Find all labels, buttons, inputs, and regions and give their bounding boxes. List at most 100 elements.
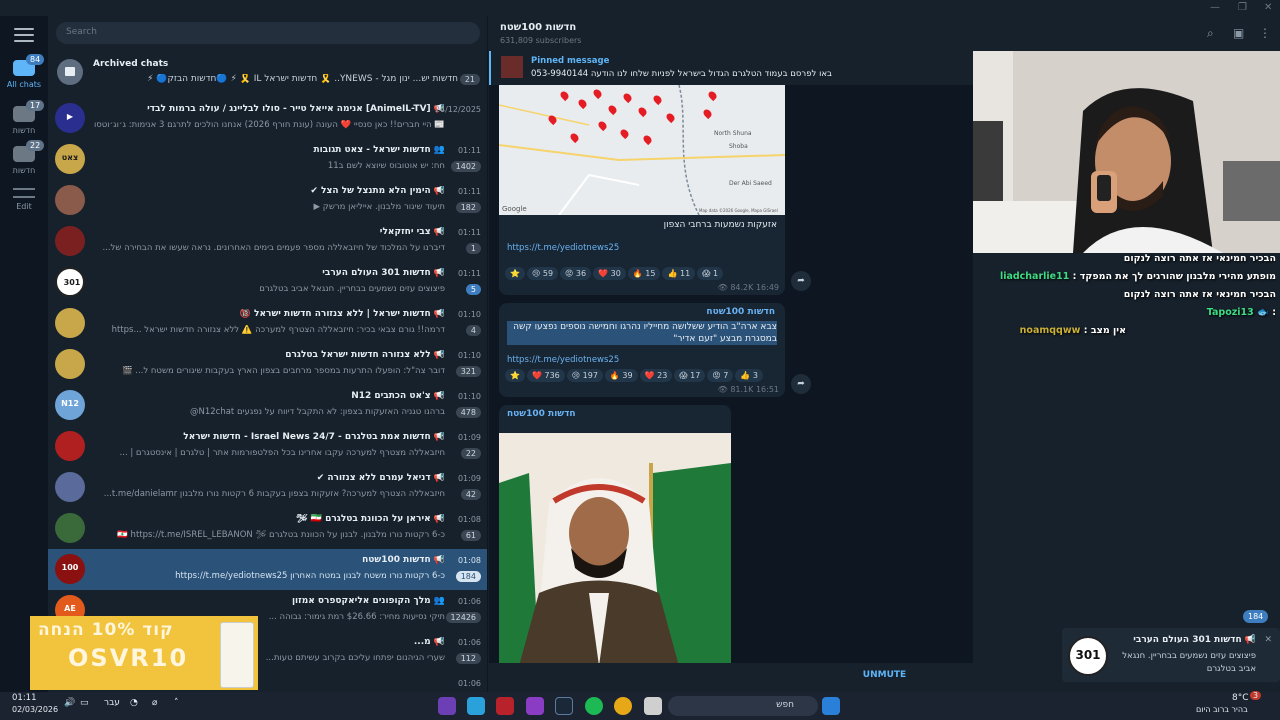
weather-desc[interactable]: בהיר ברוב היום	[1196, 705, 1248, 714]
avatar	[55, 349, 85, 379]
search-input[interactable]: Search	[56, 22, 480, 44]
stream-chat-line: הבכיר חמינאי אז אתה רוצה לנקום	[1123, 289, 1276, 300]
chrome-icon[interactable]	[614, 697, 632, 715]
channel-name[interactable]: חדשות 100שטח	[500, 22, 576, 33]
reaction-chip[interactable]: 😢 59	[526, 267, 559, 280]
chat-row[interactable]: 📢 חדשות אמת בטלגרם - Israel News 24/7 - …	[48, 426, 487, 467]
chat-row[interactable]: 📢 צבי יחזקאלי 01:11 דיברנו על המלכוד של …	[48, 221, 487, 262]
chat-title: 📢 חדשות 301 העולם הערבי	[322, 268, 445, 278]
edit-sliders-icon	[13, 188, 35, 198]
avatar: N12	[55, 390, 85, 420]
reaction-chip[interactable]: 👍 3	[735, 369, 763, 382]
message-time: 16:49	[755, 283, 779, 292]
folder-news-2[interactable]: 22 חדשות	[0, 140, 48, 188]
reaction-chip[interactable]: 🔥 15	[627, 267, 661, 280]
chat-title: 👥 חדשות ישראל - צאט תגובות	[313, 145, 445, 155]
forward-icon[interactable]: ➦	[791, 374, 811, 394]
maximize-icon[interactable]: ❐	[1238, 2, 1247, 13]
reaction-chip[interactable]: 🔥 39	[604, 369, 638, 382]
unread-badge: 1402	[450, 161, 481, 172]
reaction-chip[interactable]: 😡 7	[707, 369, 734, 382]
volume-icon[interactable]: 🔊	[64, 698, 75, 708]
taskbar-search[interactable]: חפש	[668, 696, 818, 716]
chat-row[interactable]: 📢 ללא צנזורה חדשות ישראל בטלגרם 01:10 דו…	[48, 344, 487, 385]
chat-row[interactable]: ▶ 📢 [AnimeIL-TV] אנימה אייאל טייר - סולו…	[48, 98, 487, 139]
clock-time[interactable]: 01:11	[12, 693, 37, 703]
notification-title: 📢 חדשות 301 העולם הערבי	[1133, 635, 1256, 645]
display-icon[interactable]: ▭	[80, 698, 89, 708]
notification-toast[interactable]: 301 📢 חדשות 301 העולם הערבי פיצוצים עזים…	[1062, 628, 1280, 682]
reaction-chip[interactable]: ⭐	[505, 369, 525, 382]
reaction-chip[interactable]: 😱 17	[674, 369, 706, 382]
chat-row[interactable]: 📢 חדשות ישראל | ללא צנזורה חדשות ישראל 🔞…	[48, 303, 487, 344]
pinned-message[interactable]: Pinned message באו לפרסם בעמוד הטלגרם הג…	[489, 51, 973, 85]
reaction-chip[interactable]: 😱 1	[697, 267, 724, 280]
chevron-up-icon[interactable]: ˄	[174, 698, 179, 708]
chat-title: 👥 מלך הקופונים אליאקספרס אמזון	[291, 596, 445, 606]
folder-edit[interactable]: Edit	[0, 188, 48, 230]
avatar: 301	[55, 267, 85, 297]
unread-badge: 22	[460, 448, 481, 459]
message-bubble[interactable]: North Shuna Shoba Der Abi Saeed Google M…	[499, 85, 785, 295]
app-icon[interactable]	[496, 697, 514, 715]
app-icon[interactable]	[526, 697, 544, 715]
map-label: Google	[502, 205, 527, 213]
scroll-unread-badge[interactable]: 184	[1243, 610, 1269, 623]
map-label: North Shuna	[714, 130, 752, 137]
chat-row[interactable]: 📢 איראן על הכוונת בטלגרם 🇮🇷 🛩 01:08 כ-6 …	[48, 508, 487, 549]
app-icon[interactable]	[438, 697, 456, 715]
reaction-chip[interactable]: ❤️ 30	[593, 267, 626, 280]
file-explorer-icon[interactable]	[644, 697, 662, 715]
chat-row[interactable]: 301 📢 חדשות 301 העולם הערבי 01:11 פיצוצי…	[48, 262, 487, 303]
sidebar-toggle-icon[interactable]: ▣	[1233, 26, 1244, 40]
reaction-chip[interactable]: 😡 36	[560, 267, 592, 280]
chat-row[interactable]: N12 📢 צ'אט הכתבים N12 01:10 ברהנו טגניה …	[48, 385, 487, 426]
message-photo[interactable]	[499, 433, 731, 666]
close-icon[interactable]: ✕	[1264, 2, 1272, 13]
avatar	[55, 308, 85, 338]
network-icon[interactable]: ◔	[130, 698, 138, 708]
chat-time: 24/12/2025	[434, 105, 481, 114]
map-image[interactable]: North Shuna Shoba Der Abi Saeed Google M…	[499, 85, 785, 215]
message-link[interactable]: https://t.me/yediotnews25	[507, 355, 619, 365]
spotify-icon[interactable]	[585, 697, 603, 715]
avatar	[55, 185, 85, 215]
chat-header[interactable]: חדשות 100שטח 631,809 subscribers ⌕ ▣ ⋮	[489, 16, 1280, 51]
chat-preview: דרמה!! גורם צבאי בכיר: חיזבאללה הצטרף למ…	[111, 325, 445, 335]
menu-icon[interactable]	[14, 28, 34, 46]
windows-start-icon[interactable]	[822, 697, 840, 715]
language-indicator[interactable]: עבר	[104, 698, 120, 708]
wifi-off-icon[interactable]: ⌀	[152, 698, 157, 708]
forward-icon[interactable]: ➦	[791, 271, 811, 291]
message-bubble[interactable]: חדשות 100שטח צבא ארה"ב הודיע ששלושה מחיי…	[499, 303, 785, 397]
close-icon[interactable]: ✕	[1264, 635, 1272, 645]
reaction-chip[interactable]: 👍 11	[662, 267, 696, 280]
chat-title: 📢 ללא צנזורה חדשות ישראל בטלגרם	[285, 350, 445, 360]
folder-label: חדשות	[12, 126, 36, 135]
more-options-icon[interactable]: ⋮	[1259, 26, 1271, 40]
reaction-chip[interactable]: ❤️ 736	[526, 369, 565, 382]
reaction-chip[interactable]: ⭐	[505, 267, 525, 280]
telegram-icon[interactable]	[467, 697, 485, 715]
minimize-icon[interactable]: —	[1210, 2, 1220, 13]
webcam-overlay	[973, 51, 1280, 253]
pinned-label: Pinned message	[531, 56, 610, 66]
chat-time: 01:06	[457, 679, 481, 688]
message-link[interactable]: https://t.me/yediotnews25	[507, 243, 619, 253]
chat-row-selected[interactable]: 100 📢 חדשות 100שטח 01:08 כ-6 רקטות נורו …	[48, 549, 487, 590]
search-icon[interactable]: ⌕	[1207, 26, 1214, 41]
folder-all-chats[interactable]: 84 All chats	[0, 54, 48, 102]
clock-date[interactable]: 02/03/2026	[12, 705, 58, 714]
steam-icon[interactable]	[555, 697, 573, 715]
reaction-chip[interactable]: 😢 197	[566, 369, 603, 382]
chat-row[interactable]: 📢 הימין הלא מתנצל של הצל ✔ 01:11 תיעוד ש…	[48, 180, 487, 221]
chat-row[interactable]: 📢 דניאל עמרם ללא צנזורה ✔ 01:09 חיזבאללה…	[48, 467, 487, 508]
archived-chats[interactable]: Archived chats חדשות יש... ינון מגל - YN…	[48, 56, 487, 90]
chat-list: Search Archived chats חדשות יש... ינון מ…	[48, 16, 488, 692]
reaction-chip[interactable]: ❤️ 23	[639, 369, 673, 382]
unread-badge: 182	[455, 202, 481, 213]
message-bubble[interactable]: חדשות 100שטח	[499, 405, 731, 666]
chat-row[interactable]: צאט 👥 חדשות ישראל - צאט תגובות 01:11 חח:…	[48, 139, 487, 180]
stream-chat-line: : 🐟 Tapozi13	[1206, 307, 1276, 318]
weather-temp[interactable]: 8°C	[1232, 693, 1249, 703]
